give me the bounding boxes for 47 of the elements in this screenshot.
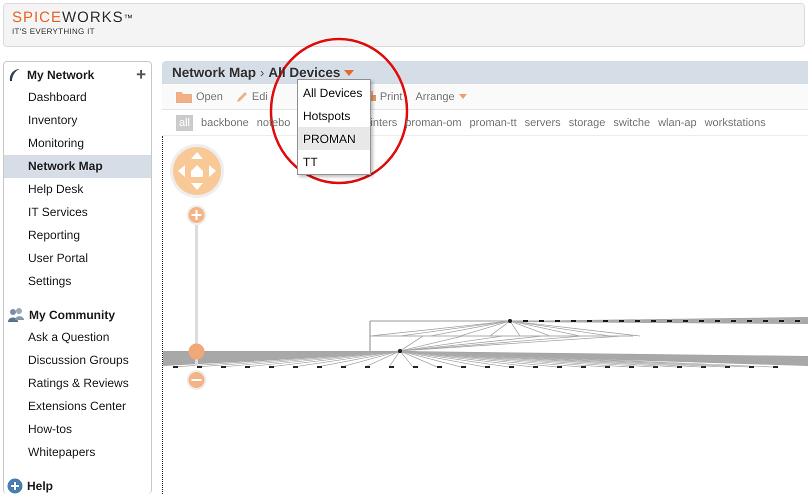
pan-control[interactable] [170, 144, 224, 198]
caret-icon [458, 94, 467, 99]
toolbar-button[interactable]: Edi [236, 90, 268, 102]
sidebar-item[interactable]: Network Map [4, 155, 151, 178]
filter-tag[interactable]: wlan-ap [658, 114, 697, 130]
section-title[interactable]: My Community [29, 308, 116, 322]
sidebar-item[interactable]: Inventory [4, 109, 151, 132]
filter-tag[interactable]: storage [568, 114, 606, 130]
sidebar-item[interactable]: Ask a Question [4, 326, 151, 349]
sidebar-item[interactable]: Extensions Center [4, 395, 151, 418]
panel-title: Network Map [172, 65, 256, 80]
sidebar-item[interactable]: Discussion Groups [4, 349, 151, 372]
menu-item[interactable]: TT [298, 150, 370, 173]
logo-tagline: IT'S EVERYTHING IT [12, 27, 96, 36]
pencil-icon [236, 90, 248, 102]
filter-tag[interactable]: switche [613, 114, 650, 130]
filter-tag[interactable]: backbone [201, 114, 249, 130]
sidebar-item[interactable]: Monitoring [4, 132, 151, 155]
zoom-in-button[interactable] [186, 205, 206, 225]
sidebar-item[interactable]: Reporting [4, 224, 151, 247]
sidebar-item[interactable]: How-tos [4, 418, 151, 441]
zoom-out-button[interactable] [186, 370, 206, 390]
sidebar-item[interactable]: Help Desk [4, 178, 151, 201]
section-title[interactable]: My Network [27, 68, 94, 82]
logo: SPICEWORKS™ [12, 10, 135, 26]
sidebar-item[interactable]: User Portal [4, 247, 151, 270]
filter-tag[interactable]: workstations [704, 114, 766, 130]
filter-tag[interactable]: servers [524, 114, 561, 130]
sidebar-item[interactable]: Settings [4, 270, 151, 293]
sidebar-item[interactable]: Whitepapers [4, 441, 151, 464]
add-button[interactable]: + [136, 64, 146, 84]
menu-item[interactable]: All Devices [298, 81, 370, 104]
people-icon [7, 306, 25, 322]
folder-icon [176, 90, 192, 102]
toolbar-button[interactable]: Open [176, 90, 223, 102]
menu-item[interactable]: Hotspots [298, 104, 370, 127]
caret-icon[interactable] [344, 70, 354, 76]
menu-item[interactable]: PROMAN [298, 127, 370, 150]
zoom-slider-thumb[interactable] [188, 344, 204, 360]
section-title[interactable]: Help [27, 478, 54, 492]
sidebar-item[interactable]: IT Services [4, 201, 151, 224]
sidebar-item[interactable]: Dashboard [4, 86, 151, 109]
breadcrumb-separator: › [260, 65, 264, 80]
toolbar-button[interactable]: Arrange [415, 90, 467, 102]
filter-tag[interactable]: proman-tt [470, 114, 517, 130]
filter-tag[interactable]: inters [370, 114, 398, 130]
sidebar-item[interactable]: Ratings & Reviews [4, 372, 151, 395]
